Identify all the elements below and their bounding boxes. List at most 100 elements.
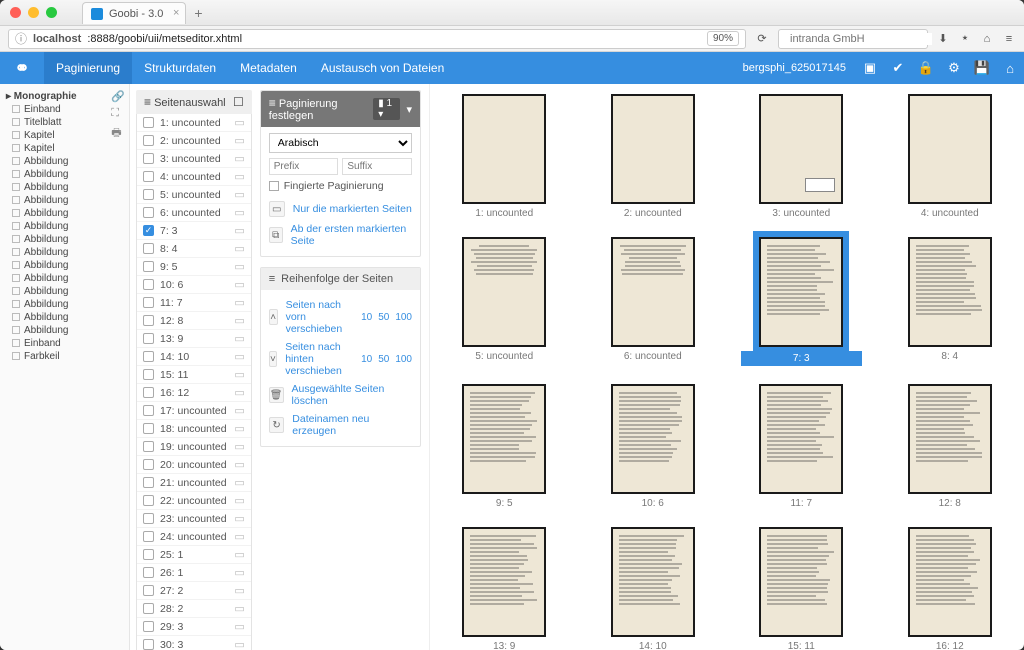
link-icon[interactable]: 🔗 xyxy=(111,90,125,103)
thumb-icon[interactable]: ▭ xyxy=(234,350,244,363)
bookmark-icon[interactable]: ⭑ xyxy=(958,32,972,45)
app-logo-icon[interactable]: ⚭ xyxy=(0,58,44,79)
page-row[interactable]: 27: 2▭ xyxy=(137,582,251,600)
home-nav-icon[interactable]: ⌂ xyxy=(996,61,1024,76)
page-thumbnail[interactable] xyxy=(611,94,695,204)
thumbnail-card[interactable]: 15: 11 xyxy=(741,527,862,650)
regen-filenames-link[interactable]: ↻Dateinamen neu erzeugen xyxy=(269,410,412,440)
thumbnail-card[interactable]: 13: 9 xyxy=(444,527,565,650)
tree-node[interactable]: Abbildung xyxy=(4,246,125,259)
page-checkbox[interactable] xyxy=(143,495,154,506)
page-checkbox[interactable] xyxy=(143,351,154,362)
thumbnail-card[interactable]: 10: 6 xyxy=(593,384,714,509)
page-row[interactable]: 22: uncounted▭ xyxy=(137,492,251,510)
page-thumbnail[interactable] xyxy=(908,384,992,494)
maximize-window-icon[interactable] xyxy=(46,7,57,18)
tree-node[interactable]: Abbildung xyxy=(4,233,125,246)
page-thumbnail[interactable] xyxy=(759,94,843,204)
page-row[interactable]: 28: 2▭ xyxy=(137,600,251,618)
page-thumbnail[interactable] xyxy=(462,527,546,637)
thumbnail-card[interactable]: 6: uncounted xyxy=(593,237,714,366)
page-checkbox[interactable] xyxy=(143,153,154,164)
page-row[interactable]: 1: uncounted▭ xyxy=(137,114,251,132)
page-checkbox[interactable] xyxy=(143,423,154,434)
tree-node[interactable]: Abbildung xyxy=(4,155,125,168)
site-info-icon[interactable]: ⓘ xyxy=(15,30,27,47)
tree-node[interactable]: Titelblatt xyxy=(4,116,125,129)
move-back-link[interactable]: ˅ Seiten nach hinten verschieben 1050100 xyxy=(269,338,412,380)
page-row[interactable]: 10: 6▭ xyxy=(137,276,251,294)
page-row[interactable]: 19: uncounted▭ xyxy=(137,438,251,456)
tree-node[interactable]: Abbildung xyxy=(4,311,125,324)
page-row[interactable]: 26: 1▭ xyxy=(137,564,251,582)
page-checkbox[interactable] xyxy=(143,315,154,326)
page-checkbox[interactable] xyxy=(143,297,154,308)
page-thumbnail[interactable] xyxy=(908,237,992,347)
page-checkbox[interactable] xyxy=(143,207,154,218)
tree-node[interactable]: Abbildung xyxy=(4,324,125,337)
thumb-icon[interactable]: ▭ xyxy=(234,134,244,147)
page-row[interactable]: 6: uncounted▭ xyxy=(137,204,251,222)
thumbnail-card[interactable]: 7: 3 xyxy=(741,237,862,366)
thumbnail-card[interactable]: 9: 5 xyxy=(444,384,565,509)
thumb-icon[interactable]: ▭ xyxy=(234,314,244,327)
thumb-icon[interactable]: ▭ xyxy=(234,332,244,345)
print-icon[interactable]: 🖶 xyxy=(111,124,125,143)
page-row[interactable]: 2: uncounted▭ xyxy=(137,132,251,150)
tree-node[interactable]: Abbildung xyxy=(4,285,125,298)
thumb-icon[interactable]: ▭ xyxy=(234,512,244,525)
home-icon[interactable]: ⌂ xyxy=(980,33,994,45)
url-input[interactable] xyxy=(87,33,701,45)
thumbnail-card[interactable]: 14: 10 xyxy=(593,527,714,650)
page-thumbnail[interactable] xyxy=(462,237,546,347)
only-marked-link[interactable]: ▭Nur die markierten Seiten xyxy=(269,198,412,220)
thumbnail-card[interactable]: 12: 8 xyxy=(890,384,1011,509)
page-thumbnail[interactable] xyxy=(908,94,992,204)
page-checkbox[interactable] xyxy=(143,135,154,146)
page-row[interactable]: 8: 4▭ xyxy=(137,240,251,258)
panel-menu-icon[interactable]: ▾ xyxy=(406,103,412,116)
thumb-icon[interactable]: ▭ xyxy=(234,584,244,597)
page-checkbox[interactable] xyxy=(143,279,154,290)
thumbnail-card[interactable]: 1: uncounted xyxy=(444,94,565,219)
page-thumbnail[interactable] xyxy=(611,527,695,637)
page-checkbox[interactable] xyxy=(143,639,154,650)
page-checkbox[interactable] xyxy=(143,603,154,614)
page-thumbnail[interactable] xyxy=(611,237,695,347)
page-checkbox[interactable] xyxy=(143,621,154,632)
select-all-icon[interactable]: ☐ xyxy=(233,95,244,109)
thumbnail-card[interactable]: 4: uncounted xyxy=(890,94,1011,219)
page-row[interactable]: 13: 9▭ xyxy=(137,330,251,348)
address-box[interactable]: ⓘ localhost 90% xyxy=(8,29,746,49)
thumb-icon[interactable]: ▭ xyxy=(234,278,244,291)
page-checkbox[interactable] xyxy=(143,171,154,182)
close-window-icon[interactable] xyxy=(10,7,21,18)
page-checkbox[interactable] xyxy=(143,189,154,200)
page-thumbnail[interactable] xyxy=(611,384,695,494)
page-row[interactable]: 23: uncounted▭ xyxy=(137,510,251,528)
gear-icon[interactable]: ⚙ xyxy=(940,60,968,76)
from-first-marked-link[interactable]: ⧉Ab der ersten markierten Seite xyxy=(269,220,412,250)
thumbnail-card[interactable]: 3: uncounted xyxy=(741,94,862,219)
search-input[interactable] xyxy=(790,33,932,45)
page-row[interactable]: 15: 11▭ xyxy=(137,366,251,384)
pagination-scheme-select[interactable]: Arabisch xyxy=(269,133,412,153)
page-checkbox[interactable] xyxy=(143,567,154,578)
prefix-input[interactable] xyxy=(269,158,339,175)
page-row[interactable]: 17: uncounted▭ xyxy=(137,402,251,420)
image-view-icon[interactable]: ▣ xyxy=(856,60,884,76)
page-checkbox[interactable] xyxy=(143,549,154,560)
page-checkbox[interactable]: ✓ xyxy=(143,225,154,236)
page-row[interactable]: ✓7: 3▭ xyxy=(137,222,251,240)
suffix-input[interactable] xyxy=(342,158,412,175)
thumbnail-card[interactable]: 16: 12 xyxy=(890,527,1011,650)
nav-paginierung[interactable]: Paginierung xyxy=(44,52,132,84)
thumb-icon[interactable]: ▭ xyxy=(234,548,244,561)
thumbnail-card[interactable]: 11: 7 xyxy=(741,384,862,509)
thumb-icon[interactable]: ▭ xyxy=(234,224,244,237)
nav-austausch von dateien[interactable]: Austausch von Dateien xyxy=(309,52,456,84)
thumb-icon[interactable]: ▭ xyxy=(234,260,244,273)
tree-node[interactable]: Kapitel xyxy=(4,142,125,155)
page-row[interactable]: 11: 7▭ xyxy=(137,294,251,312)
page-checkbox[interactable] xyxy=(143,243,154,254)
